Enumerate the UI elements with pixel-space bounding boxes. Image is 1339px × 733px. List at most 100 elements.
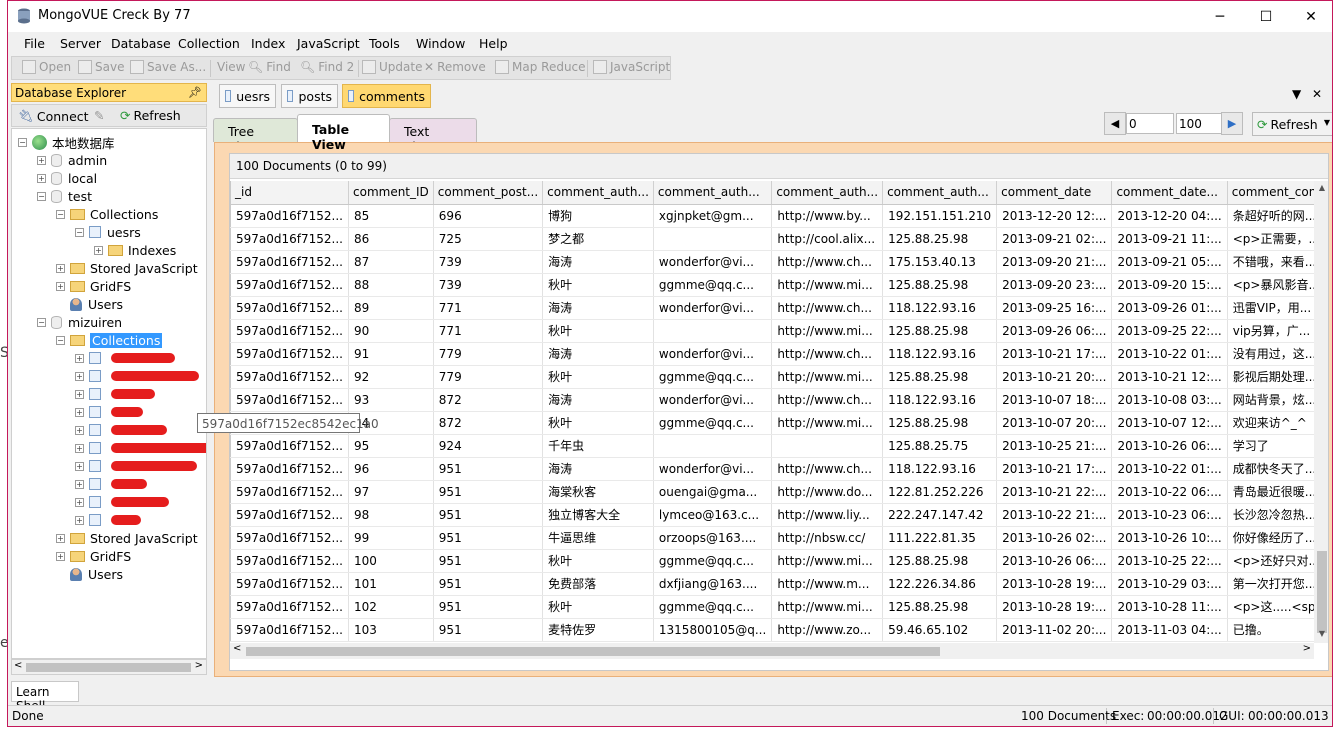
table-cell[interactable]: 海涛 (542, 250, 654, 274)
table-cell[interactable]: 2013-10-25 21:... (996, 434, 1113, 458)
table-cell[interactable]: ggmme@qq.c... (653, 411, 773, 435)
table-cell[interactable]: 951 (433, 480, 544, 504)
table-cell[interactable]: http://www.do... (771, 480, 884, 504)
table-cell[interactable]: 2013-09-21 02:... (996, 227, 1113, 251)
table-cell[interactable]: 海涛 (542, 296, 654, 320)
table-cell[interactable]: 597a0d16f7152... (230, 227, 349, 251)
table-cell[interactable]: 91 (348, 342, 434, 366)
table-cell[interactable]: 125.88.25.98 (882, 411, 998, 435)
table-cell[interactable]: http://www.liy... (771, 503, 884, 527)
table-cell[interactable]: 192.151.151.210 (882, 204, 998, 228)
table-cell[interactable]: 2013-10-21 12:... (1111, 365, 1228, 389)
table-cell[interactable]: 2013-10-22 01:... (1111, 457, 1228, 481)
table-cell[interactable]: 第一次打开您... (1227, 572, 1314, 596)
table-cell[interactable]: 1315800105@q... (653, 618, 773, 642)
tab-list-dropdown-icon[interactable]: ▼ (1292, 87, 1301, 101)
table-cell[interactable]: 739 (433, 273, 544, 297)
expand-icon[interactable]: + (75, 371, 84, 381)
scroll-up-icon[interactable]: ▲ (1316, 183, 1328, 192)
table-cell[interactable]: 102 (348, 595, 434, 619)
table-cell[interactable]: 125.88.25.98 (882, 549, 998, 573)
scroll-right-icon[interactable]: > (195, 660, 203, 671)
connect-button[interactable]: 🔌︎ Connect (18, 108, 89, 124)
table-cell[interactable]: 2013-10-28 19:... (996, 572, 1113, 596)
close-button[interactable]: ✕ (1288, 1, 1332, 32)
menu-tools[interactable]: Tools (369, 36, 400, 51)
table-row[interactable]: 597a0d16f7152... 102 951 秋叶 ggmme@qq.c... htt… (230, 595, 1314, 619)
expand-icon[interactable]: + (37, 155, 46, 165)
table-cell[interactable]: 麦特佐罗 (542, 618, 654, 642)
grid-vscroll-thumb[interactable] (1317, 551, 1327, 633)
table-cell[interactable]: http://nbsw.cc/ (771, 526, 884, 550)
tree-node-indexes[interactable]: + Indexes (94, 241, 176, 259)
tree-node-test-collections[interactable]: − Collections (56, 205, 158, 223)
table-cell[interactable]: 2013-09-20 15:... (1111, 273, 1228, 297)
table-cell[interactable]: 125.88.25.98 (882, 227, 998, 251)
tree-node-redacted-collection[interactable]: + (75, 511, 141, 529)
tree-node-mizuiren-collections[interactable]: − Collections (56, 331, 163, 349)
tab-tree-view[interactable]: Tree View (213, 118, 298, 154)
tree-node-redacted-collection[interactable]: + (75, 421, 167, 439)
table-cell[interactable]: 成都快冬天了... (1227, 457, 1314, 481)
table-cell[interactable]: 不错哦，来看... (1227, 250, 1314, 274)
table-cell[interactable]: http://www.mi... (771, 549, 884, 573)
javascript-button[interactable]: JavaScript (593, 60, 670, 74)
expand-icon[interactable]: + (56, 551, 65, 561)
close-tab-icon[interactable]: ✕ (1312, 87, 1322, 101)
table-cell[interactable]: lymceo@163.c... (653, 503, 773, 527)
table-cell[interactable]: 118.122.93.16 (882, 388, 998, 412)
table-cell[interactable]: 779 (433, 342, 544, 366)
doc-tab-uesrs[interactable]: uesrs (219, 84, 276, 108)
column-header[interactable]: comment_ID (348, 181, 434, 205)
table-cell[interactable]: 欢迎来访^_^ (1227, 411, 1314, 435)
table-cell[interactable]: 2013-09-21 05:... (1111, 250, 1228, 274)
tab-table-view[interactable]: Table View (297, 114, 390, 152)
scroll-left-icon[interactable]: < (14, 660, 22, 671)
table-cell[interactable]: 779 (433, 365, 544, 389)
table-cell[interactable]: 2013-09-26 01:... (1111, 296, 1228, 320)
table-cell[interactable]: wonderfor@vi... (653, 457, 773, 481)
table-cell[interactable]: 597a0d16f7152... (230, 342, 349, 366)
table-cell[interactable]: http://www.zo... (771, 618, 884, 642)
grid-refresh-button[interactable]: ⟳ Refresh ▼ (1252, 112, 1332, 136)
scroll-left-icon[interactable]: < (233, 643, 241, 654)
table-row[interactable]: 597a0d16f7152... 98 951 独立博客大全 lymceo@163.c.… (230, 503, 1314, 527)
table-cell[interactable]: 597a0d16f7152... (230, 457, 349, 481)
tree-node-redacted-collection[interactable]: + (75, 475, 147, 493)
table-cell[interactable]: http://www.mi... (771, 273, 884, 297)
table-row[interactable]: 597a0d16f7152... 92 779 秋叶 ggmme@qq.c... http… (230, 365, 1314, 389)
table-row[interactable]: 597a0d16f7152... 86 725 梦之都 http://cool.alix… (230, 227, 1314, 251)
table-cell[interactable]: http://www.mi... (771, 411, 884, 435)
table-cell[interactable]: 725 (433, 227, 544, 251)
table-cell[interactable]: 951 (433, 618, 544, 642)
table-cell[interactable]: http://www.ch... (771, 342, 884, 366)
tree-node-redacted-collection[interactable]: + (75, 439, 206, 457)
tree-node-redacted-collection[interactable]: + (75, 457, 197, 475)
table-cell[interactable]: ouengai@gma... (653, 480, 773, 504)
tree-node-mizuiren-stored-js[interactable]: + Stored JavaScript (56, 529, 198, 547)
tree-node-redacted-collection[interactable]: + (75, 349, 175, 367)
find-button[interactable]: 🔍︎ Find (248, 60, 291, 74)
table-cell[interactable]: wonderfor@vi... (653, 342, 773, 366)
table-cell[interactable]: 2013-10-07 12:... (1111, 411, 1228, 435)
table-cell[interactable]: 175.153.40.13 (882, 250, 998, 274)
expand-icon[interactable]: + (75, 389, 84, 399)
tab-text-view[interactable]: Text View (389, 118, 477, 154)
table-cell[interactable]: 98 (348, 503, 434, 527)
menu-file[interactable]: File (24, 36, 45, 51)
grid-horizontal-scrollbar[interactable]: < > (230, 643, 1314, 659)
collapse-icon[interactable]: − (37, 191, 46, 201)
expand-icon[interactable]: + (75, 407, 84, 417)
table-cell[interactable]: 没有用过，这... (1227, 342, 1314, 366)
table-cell[interactable]: 125.88.25.98 (882, 319, 998, 343)
table-cell[interactable]: 597a0d16f7152... (230, 549, 349, 573)
table-cell[interactable] (653, 227, 773, 251)
table-cell[interactable]: 118.122.93.16 (882, 296, 998, 320)
table-cell[interactable]: <p>这.....<spa... (1227, 595, 1314, 619)
tree-node-test[interactable]: − test (37, 187, 92, 205)
menu-help[interactable]: Help (479, 36, 508, 51)
table-row[interactable]: 597a0d16f7152... 93 872 海涛 wonderfor@vi... ht… (230, 388, 1314, 412)
scroll-down-icon[interactable]: ▼ (1316, 629, 1328, 638)
table-cell[interactable]: http://www.m... (771, 572, 884, 596)
table-cell[interactable]: 739 (433, 250, 544, 274)
